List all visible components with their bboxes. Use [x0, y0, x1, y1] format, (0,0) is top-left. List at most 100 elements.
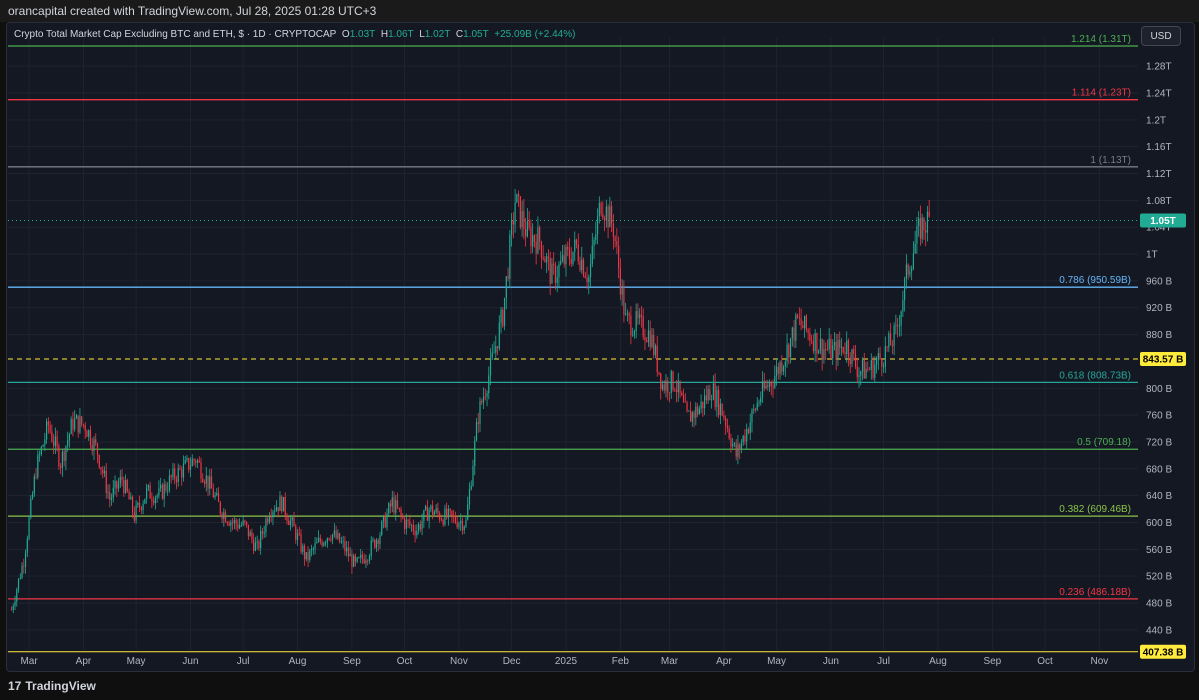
candle: [786, 333, 788, 368]
candle: [616, 228, 618, 255]
candle: [702, 401, 704, 417]
candle-body: [284, 496, 286, 516]
candle: [928, 199, 930, 218]
candle-body: [60, 466, 62, 468]
candle-body: [388, 503, 390, 514]
price-marker-label: 1.05T: [1150, 216, 1176, 227]
candle: [131, 495, 134, 518]
candle-body: [844, 352, 846, 354]
candle-body: [928, 211, 930, 217]
candle-body: [44, 439, 46, 445]
candle-body: [193, 459, 195, 461]
candle: [435, 504, 437, 515]
candle-body: [453, 515, 455, 517]
candle-body: [616, 241, 618, 246]
candle-body: [274, 510, 276, 512]
candle: [402, 512, 404, 520]
candle: [505, 276, 507, 310]
candle-body: [368, 556, 371, 561]
candle: [335, 525, 337, 540]
candle: [625, 302, 627, 316]
candle-body: [31, 493, 34, 499]
candle-body: [433, 512, 435, 515]
candle: [51, 424, 53, 443]
candle: [246, 521, 248, 528]
candle-body: [875, 360, 878, 365]
candle-body: [417, 524, 420, 531]
candle-body: [746, 429, 748, 442]
candle-body: [474, 440, 476, 467]
candle: [525, 217, 527, 247]
price-chart[interactable]: 1.214 (1.31T) 1.114 (1.23T) 1 (1.13T) 0.786…: [0, 0, 1199, 700]
candle: [726, 418, 729, 433]
candle-body: [254, 542, 257, 551]
candle-body: [558, 264, 560, 278]
candle: [877, 347, 879, 370]
candle-body: [867, 368, 869, 370]
candle-body: [195, 460, 197, 463]
candle: [603, 215, 606, 232]
candle-body: [688, 410, 690, 412]
candle: [344, 536, 346, 556]
candle-body: [705, 395, 707, 401]
candle: [765, 380, 767, 390]
candle-body: [804, 315, 806, 329]
candle-body: [853, 349, 855, 354]
candle-body: [926, 211, 929, 233]
candle: [137, 501, 139, 508]
candle-body: [442, 520, 444, 525]
candle: [74, 410, 76, 432]
candle-body: [207, 475, 209, 489]
candle: [533, 234, 535, 248]
y-tick-label: 1.16T: [1146, 142, 1172, 153]
candle: [312, 546, 314, 555]
candle-body: [716, 389, 718, 408]
candle: [818, 349, 820, 355]
candle: [33, 473, 35, 497]
x-tick-label: Sep: [343, 656, 361, 667]
candle: [554, 261, 557, 290]
x-tick-label: Jul: [237, 656, 250, 667]
candle-body: [358, 557, 360, 559]
candle-body: [182, 463, 185, 478]
candle: [781, 355, 783, 376]
candle: [560, 251, 562, 266]
candle-body: [495, 346, 497, 353]
candle-body: [826, 349, 829, 350]
candle-body: [95, 439, 97, 444]
candle-body: [370, 540, 372, 557]
tradingview-logo[interactable]: 17 TradingView: [8, 679, 96, 693]
candle: [558, 261, 560, 288]
candle-body: [33, 476, 35, 494]
candle: [477, 412, 479, 433]
candle: [414, 524, 416, 543]
candle-body: [630, 315, 632, 336]
candle: [116, 480, 118, 498]
candle: [303, 543, 306, 566]
candle: [853, 345, 855, 361]
candle: [119, 469, 121, 488]
candle: [854, 344, 857, 370]
price-marker: 843.57 B: [1140, 352, 1186, 367]
candle-body: [732, 443, 734, 447]
candle-body: [767, 385, 769, 387]
candle-body: [661, 384, 664, 389]
candle: [847, 338, 850, 367]
candle: [388, 501, 390, 516]
candle-body: [377, 540, 379, 544]
candle-body: [825, 348, 827, 350]
candle-body: [607, 206, 609, 228]
candle-body: [775, 366, 778, 377]
candle-body: [235, 519, 237, 525]
candle: [151, 492, 153, 509]
candle: [79, 408, 81, 434]
candle: [305, 552, 307, 562]
candle: [498, 315, 500, 351]
candle: [660, 372, 662, 400]
candle-body: [500, 309, 502, 323]
y-tick-label: 440 B: [1146, 625, 1172, 636]
candle: [142, 500, 144, 515]
candle-body: [839, 340, 841, 348]
candle-body: [291, 517, 293, 521]
candle: [265, 516, 267, 538]
